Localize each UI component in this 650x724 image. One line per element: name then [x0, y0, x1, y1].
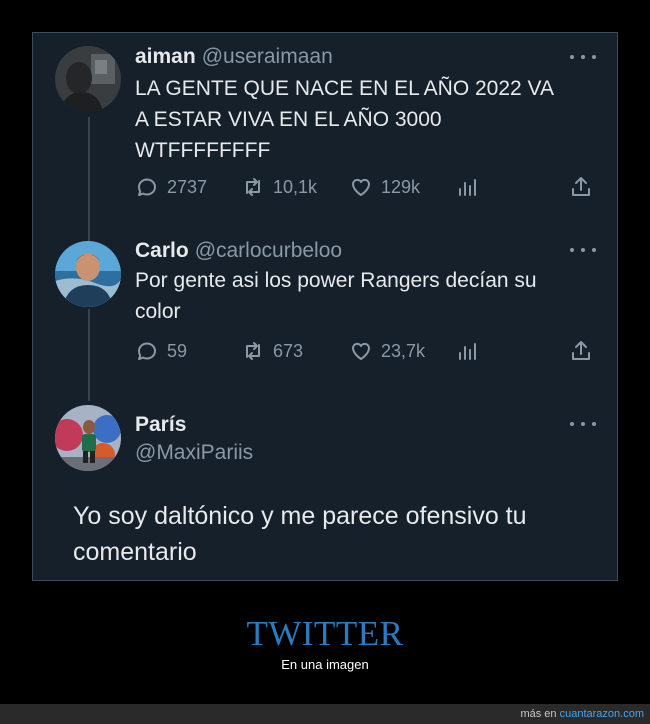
reply-count: 2737: [167, 176, 208, 197]
tweet-text: Yo soy daltónico y me parece ofensivo tu…: [73, 498, 527, 570]
retweet-count: 10,1k: [273, 176, 318, 197]
tweet-header: aiman @useraimaan: [135, 45, 333, 69]
display-name[interactable]: Carlo: [135, 239, 189, 262]
user-handle[interactable]: @carlocurbeloo: [195, 239, 342, 262]
avatar[interactable]: [55, 46, 121, 112]
tweet-text-line: comentario: [73, 538, 197, 566]
display-name[interactable]: aiman: [135, 45, 196, 68]
share-button[interactable]: [569, 174, 593, 200]
thread-line: [88, 309, 90, 401]
avatar-photo: [55, 241, 121, 307]
reply-button[interactable]: 2737: [135, 174, 207, 200]
retweet-icon: [246, 178, 260, 196]
user-handle[interactable]: @MaxiPariis: [135, 441, 253, 465]
footer-prefix: más en: [520, 708, 557, 720]
avatar[interactable]: [55, 241, 121, 307]
like-icon: [352, 342, 370, 360]
share-button[interactable]: [569, 338, 593, 364]
like-icon: [352, 178, 370, 196]
more-icon[interactable]: [570, 420, 596, 428]
more-icon[interactable]: [570, 246, 596, 254]
retweet-button[interactable]: 673: [241, 338, 303, 364]
tweet-text-line: Yo soy daltónico y me parece ofensivo tu: [73, 502, 527, 530]
like-count: 23,7k: [381, 340, 426, 361]
brand-subtitle: En una imagen: [281, 657, 369, 672]
like-button[interactable]: 23,7k: [349, 338, 425, 364]
tweet-text-line: A ESTAR VIVA EN EL AÑO 3000: [135, 108, 442, 131]
views-icon: [459, 343, 476, 360]
views-button[interactable]: [455, 338, 479, 364]
brand-title: TWITTER: [246, 614, 404, 653]
share-icon: [572, 341, 590, 360]
tweet-header: Carlo @carlocurbeloo: [135, 239, 342, 263]
tweet-text-line: WTFFFFFFFF: [135, 139, 271, 162]
reply-count: 59: [167, 340, 188, 361]
like-button[interactable]: 129k: [349, 174, 420, 200]
tweet-header: París: [135, 413, 186, 437]
reply-icon: [138, 342, 156, 360]
tweet-actions: 2737 10,1k 129k: [135, 174, 595, 200]
retweet-button[interactable]: 10,1k: [241, 174, 317, 200]
tweet-text-line: Por gente asi los power Rangers decían s…: [135, 269, 537, 292]
tweet-thread-card: aiman @useraimaan LA GENTE QUE NACE EN EL…: [32, 32, 618, 581]
views-icon: [459, 179, 476, 196]
tweet-actions: 59 673 23,7k: [135, 338, 595, 364]
avatar-photo: [55, 405, 121, 471]
tweet-text-line: LA GENTE QUE NACE EN EL AÑO 2022 VA: [135, 77, 554, 100]
views-button[interactable]: [455, 174, 479, 200]
tweet-text-line: color: [135, 300, 181, 323]
more-icon[interactable]: [570, 53, 596, 61]
retweet-icon: [246, 342, 260, 360]
share-icon: [572, 177, 590, 196]
like-count: 129k: [381, 176, 421, 197]
reply-icon: [138, 178, 156, 196]
display-name[interactable]: París: [135, 413, 186, 436]
avatar-photo: [55, 46, 121, 112]
retweet-count: 673: [273, 340, 304, 361]
reply-button[interactable]: 59: [135, 338, 187, 364]
avatar[interactable]: [55, 405, 121, 471]
tweet-text: LA GENTE QUE NACE EN EL AÑO 2022 VA A ES…: [135, 73, 554, 166]
tweet-text: Por gente asi los power Rangers decían s…: [135, 265, 537, 327]
footer-site-link[interactable]: cuantarazon.com: [560, 708, 644, 720]
footer-bar: más en cuantarazon.com: [0, 704, 650, 724]
user-handle[interactable]: @useraimaan: [202, 45, 333, 68]
